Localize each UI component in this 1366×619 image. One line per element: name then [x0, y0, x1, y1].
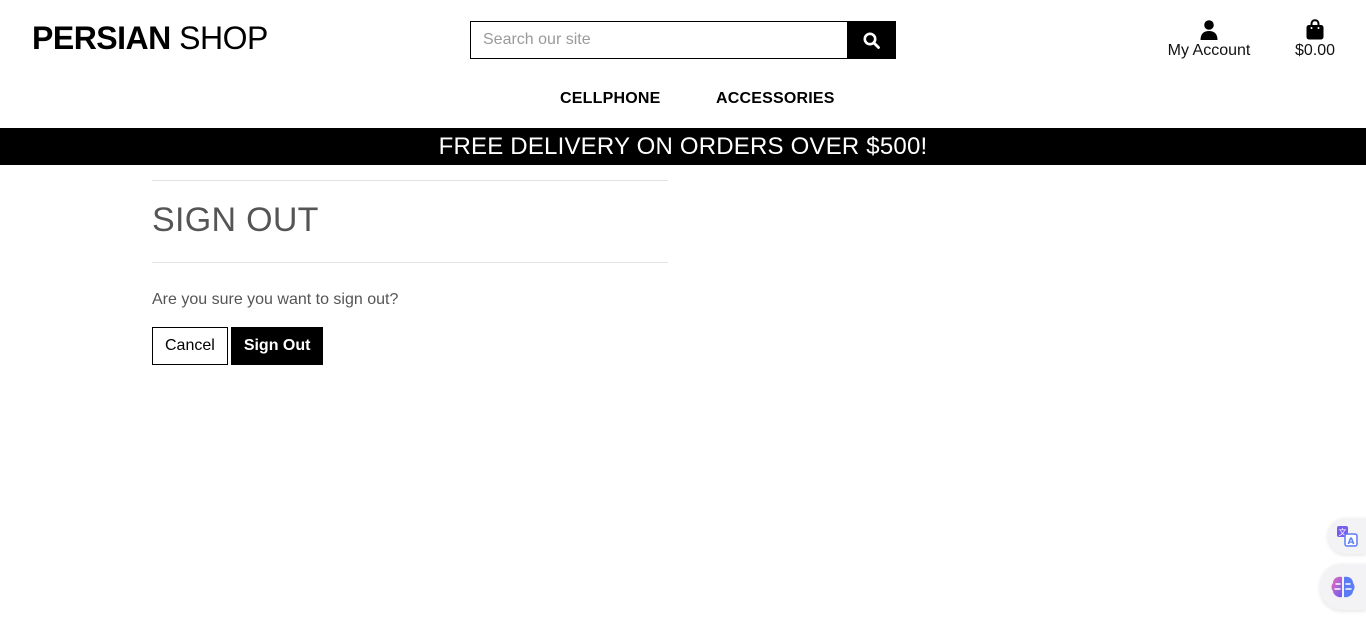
logo-light-text: SHOP	[170, 20, 268, 56]
logo-bold-text: PERSIAN	[32, 20, 171, 56]
site-logo[interactable]: PERSIAN SHOP	[32, 20, 268, 57]
search-icon	[863, 32, 880, 49]
brain-icon	[1331, 576, 1355, 598]
nav-item-accessories[interactable]: ACCESSORIES	[716, 90, 835, 108]
my-account-label: My Account	[1167, 42, 1251, 59]
signout-actions: Cancel Sign Out	[152, 327, 668, 365]
search-form	[470, 21, 896, 59]
my-account-link[interactable]: My Account	[1164, 16, 1254, 60]
page-title: SIGN OUT	[152, 201, 319, 239]
delivery-banner: FREE DELIVERY ON ORDERS OVER $500!	[0, 128, 1366, 165]
sign-out-button[interactable]: Sign Out	[230, 327, 324, 365]
main-nav: CELLPHONE ACCESSORIES	[0, 90, 1366, 112]
top-divider	[152, 180, 668, 181]
user-icon	[1200, 20, 1218, 40]
signout-message: Are you sure you want to sign out?	[152, 291, 399, 308]
assistant-widget-button[interactable]	[1320, 564, 1366, 610]
title-divider	[152, 262, 668, 263]
nav-item-cellphone[interactable]: CELLPHONE	[560, 90, 660, 108]
search-button[interactable]	[847, 21, 896, 59]
shopping-bag-icon	[1306, 19, 1324, 40]
search-input[interactable]	[470, 21, 847, 59]
translate-widget-button[interactable]: 文 A	[1328, 518, 1366, 554]
translate-icon: 文 A	[1337, 526, 1358, 547]
site-header: PERSIAN SHOP My Account	[0, 0, 1366, 128]
cancel-button[interactable]: Cancel	[152, 327, 228, 365]
svg-text:A: A	[1348, 537, 1355, 547]
signout-panel: SIGN OUT Are you sure you want to sign o…	[152, 180, 668, 365]
cart-link[interactable]: $0.00	[1290, 16, 1340, 60]
cart-total: $0.00	[1294, 42, 1336, 59]
